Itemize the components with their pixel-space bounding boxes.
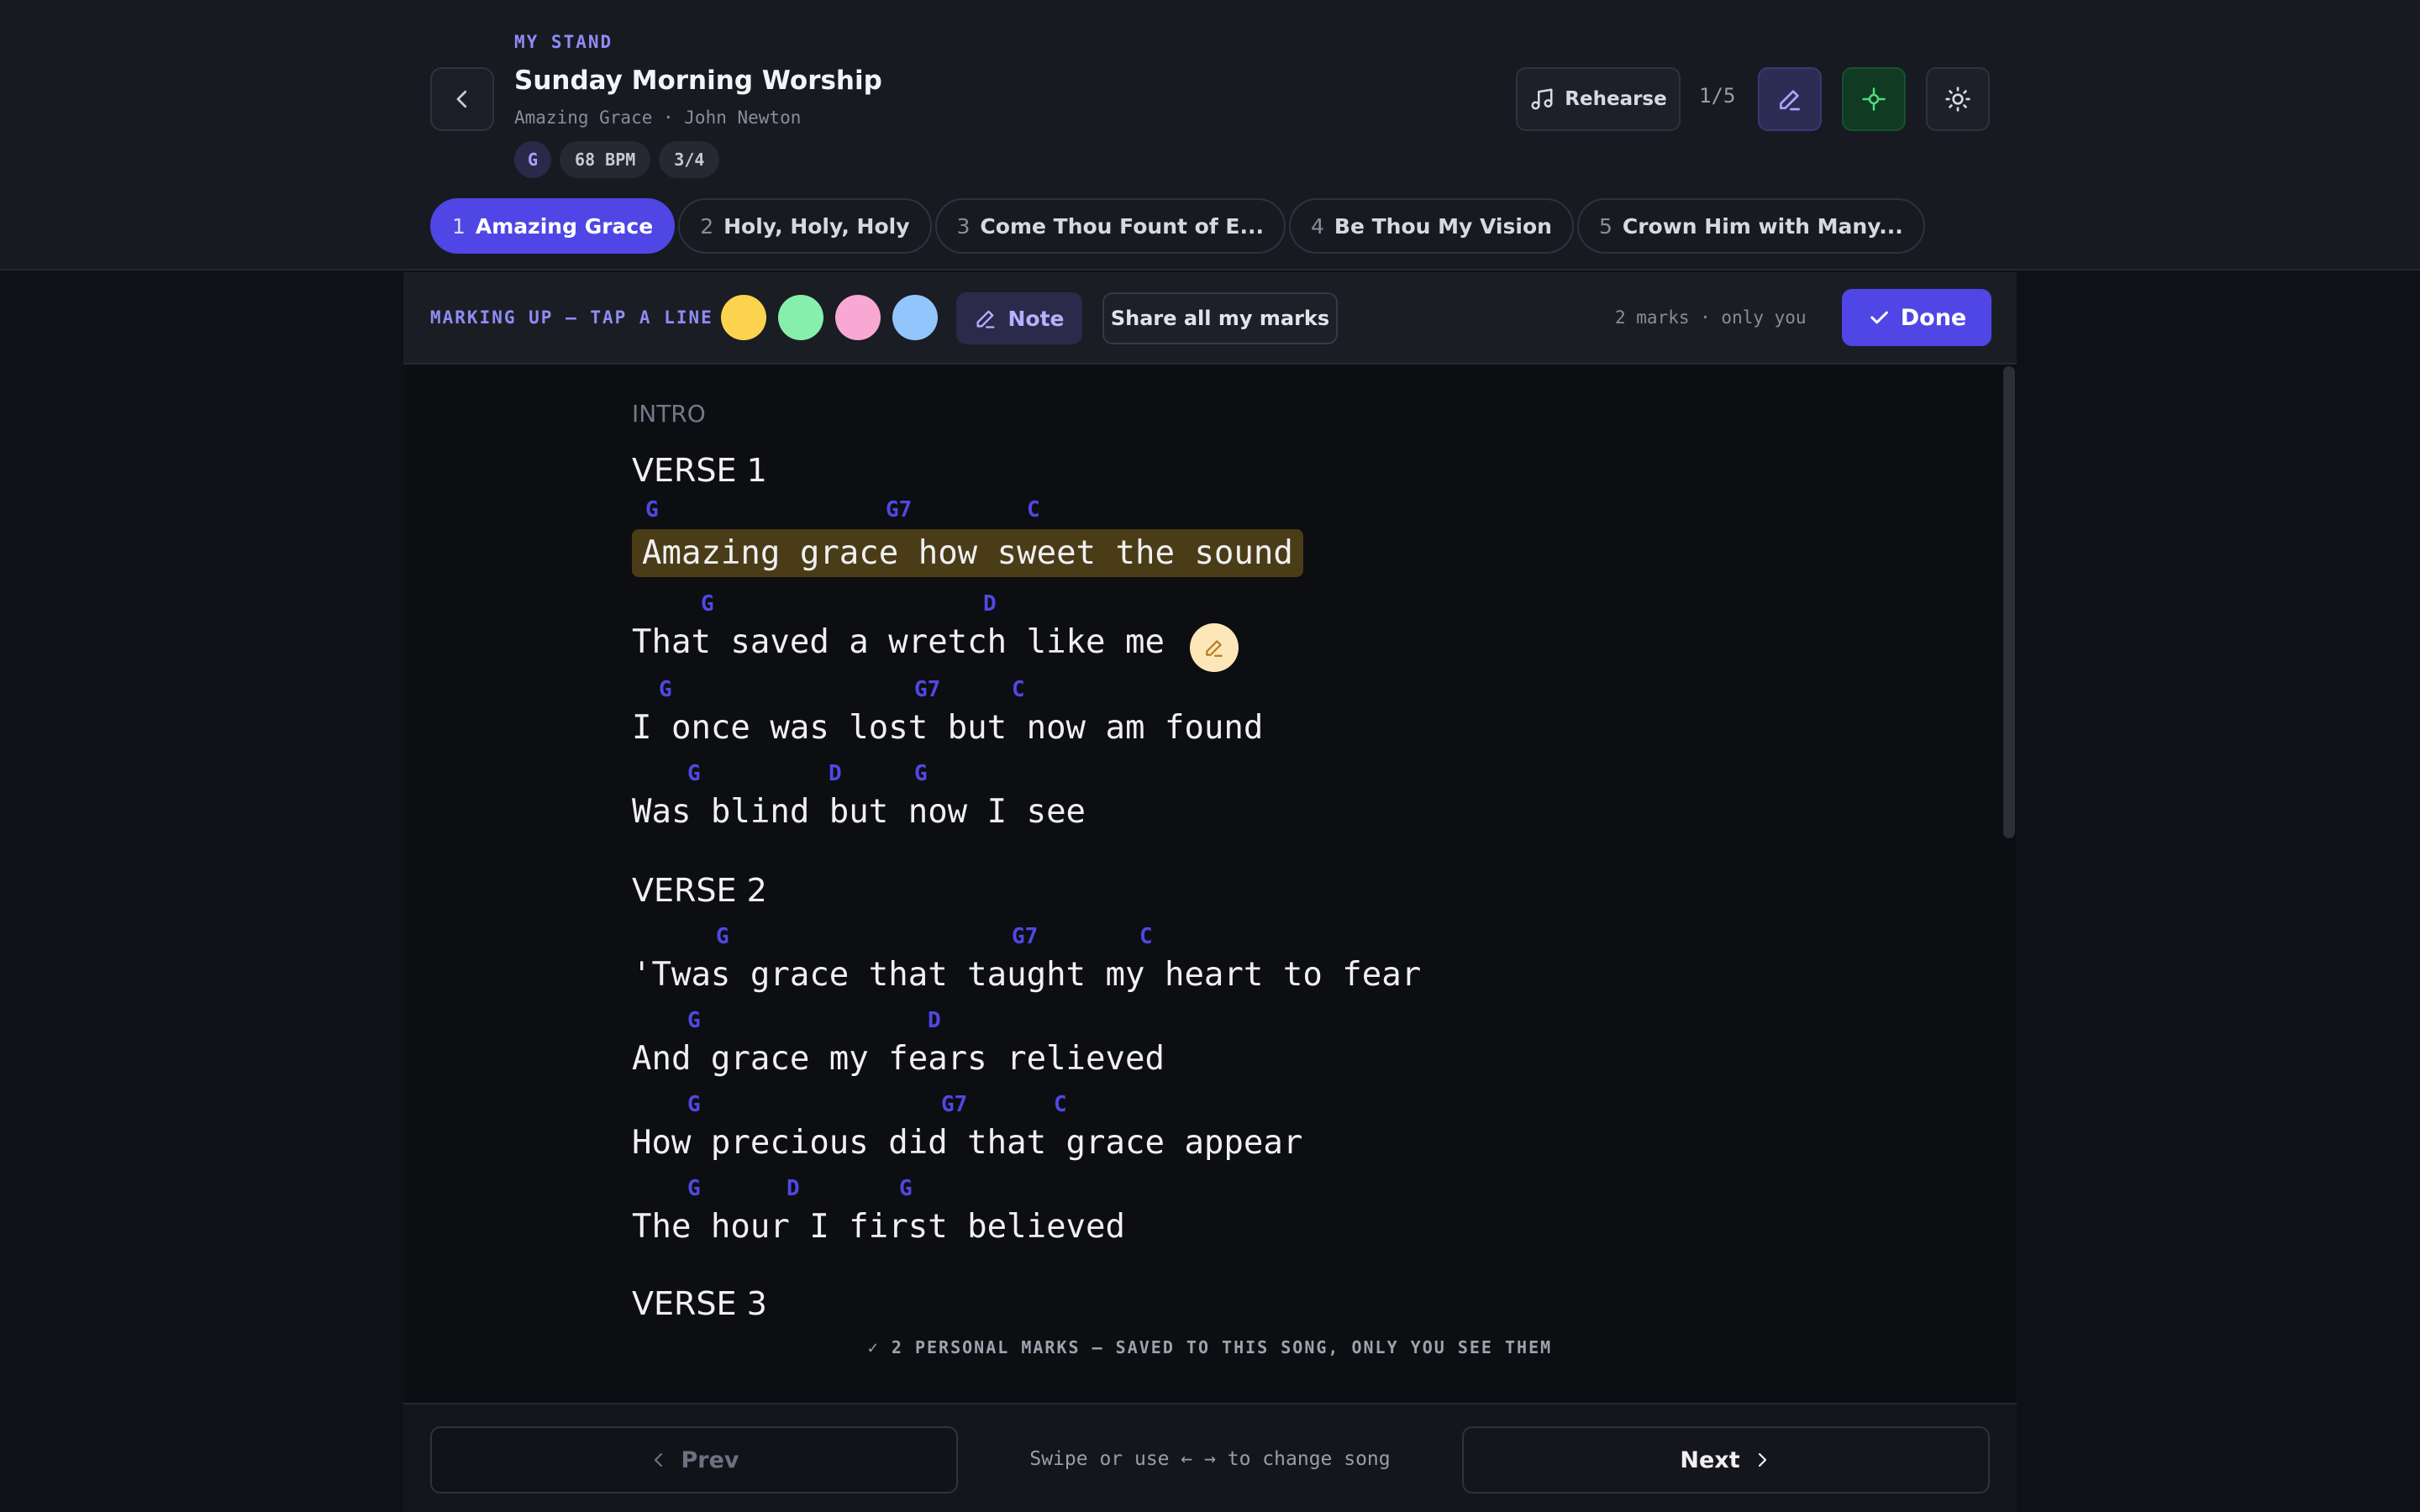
- sun-icon: [1945, 87, 1970, 112]
- chord: G: [701, 591, 714, 617]
- color-swatch-green[interactable]: [778, 295, 823, 340]
- song-sheet[interactable]: INTRO VERSE 1 G G7 C Amazing grace how s…: [403, 365, 2017, 1403]
- tab-label: Be Thou My Vision: [1334, 213, 1552, 239]
- markup-button[interactable]: [1758, 67, 1822, 131]
- key-chip: G: [514, 141, 552, 178]
- music-note-icon: [1531, 88, 1553, 110]
- tab-number: 4: [1311, 213, 1324, 239]
- personal-marks-note: ✓ 2 PERSONAL MARKS — SAVED TO THIS SONG,…: [867, 1337, 1553, 1357]
- bpm-chip: 68 BPM: [560, 141, 651, 178]
- chord: G: [899, 1176, 913, 1201]
- lyric-line[interactable]: And grace my fears relieved: [632, 1040, 1165, 1078]
- tab-label: Holy, Holy, Holy: [723, 213, 910, 239]
- focus-button[interactable]: [1842, 67, 1906, 131]
- chord: G: [687, 1008, 701, 1033]
- chord: D: [786, 1176, 800, 1201]
- done-button[interactable]: Done: [1842, 289, 1991, 346]
- chord: C: [1139, 924, 1153, 949]
- chord: G: [687, 761, 701, 786]
- color-swatch-pink[interactable]: [835, 295, 881, 340]
- markup-mode-label: MARKING UP — TAP A LINE: [430, 307, 713, 328]
- lyric-line-highlighted[interactable]: Amazing grace how sweet the sound: [632, 529, 1303, 577]
- song-meta: Amazing Grace · John Newton: [514, 108, 802, 128]
- tab-song-4[interactable]: 4 Be Thou My Vision: [1289, 198, 1574, 254]
- chord: G: [659, 677, 672, 702]
- lyric-line[interactable]: 'Twas grace that taught my heart to fear: [632, 956, 1421, 994]
- chord: G: [687, 1092, 701, 1117]
- crosshair-icon: [1862, 87, 1886, 111]
- section-heading-verse-2: VERSE 2: [632, 872, 767, 909]
- chord: G7: [914, 677, 941, 702]
- section-heading-verse-3: VERSE 3: [632, 1285, 767, 1322]
- song-position: 1/5: [1699, 84, 1736, 108]
- tab-song-2[interactable]: 2 Holy, Holy, Holy: [678, 198, 932, 254]
- note-label: Note: [1007, 306, 1065, 331]
- share-marks-button[interactable]: Share all my marks: [1102, 292, 1338, 344]
- tab-song-3[interactable]: 3 Come Thou Fount of E...: [934, 198, 1286, 254]
- pencil-icon: [1780, 90, 1800, 111]
- chord: G7: [941, 1092, 968, 1117]
- time-signature-chip: 3/4: [659, 141, 720, 178]
- bottom-nav: Prev Swipe or use ← → to change song Nex…: [403, 1403, 2017, 1512]
- color-swatch-blue[interactable]: [892, 295, 938, 340]
- scrollbar[interactable]: [2003, 366, 2015, 838]
- color-swatch-yellow[interactable]: [721, 295, 766, 340]
- check-icon: [1870, 311, 1888, 324]
- chord: G: [716, 924, 729, 949]
- chevron-right-icon: [1758, 1452, 1766, 1467]
- tab-number: 5: [1598, 213, 1612, 239]
- song-tabs: 1 Amazing Grace 2 Holy, Holy, Holy 3 Com…: [430, 198, 1925, 254]
- chord: G: [687, 1176, 701, 1201]
- chevron-left-icon: [456, 90, 467, 108]
- page-title: Sunday Morning Worship: [514, 66, 882, 96]
- chord: C: [1012, 677, 1025, 702]
- chord: D: [983, 591, 997, 617]
- theme-toggle-button[interactable]: [1926, 67, 1990, 131]
- back-button[interactable]: [430, 67, 494, 131]
- tab-number: 2: [700, 213, 714, 239]
- rehearse-label: Rehearse: [1565, 88, 1667, 110]
- chord: C: [1054, 1092, 1067, 1117]
- note-button[interactable]: Note: [956, 292, 1082, 344]
- next-button[interactable]: Next: [1462, 1426, 1990, 1494]
- chord: C: [1027, 497, 1040, 522]
- note-marker[interactable]: [1190, 623, 1239, 672]
- chord: G: [914, 761, 928, 786]
- header: MY STAND Sunday Morning Worship Amazing …: [0, 0, 2420, 270]
- pencil-icon: [1206, 640, 1223, 657]
- lyric-line[interactable]: I once was lost but now am found: [632, 709, 1263, 747]
- lyric-line[interactable]: That saved a wretch like me: [632, 623, 1165, 661]
- section-intro: INTRO: [632, 400, 706, 428]
- chord: D: [928, 1008, 941, 1033]
- tab-song-5[interactable]: 5 Crown Him with Many...: [1576, 198, 1925, 254]
- chord: G: [645, 497, 659, 522]
- chord: D: [829, 761, 842, 786]
- pencil-icon: [976, 310, 995, 328]
- tab-number: 3: [956, 213, 971, 239]
- lyric-line[interactable]: The hour I first believed: [632, 1208, 1125, 1246]
- section-heading-verse-1: VERSE 1: [632, 452, 767, 489]
- chord: G7: [1012, 924, 1039, 949]
- stand-eyebrow: MY STAND: [514, 32, 613, 52]
- song-chips: G 68 BPM 3/4: [514, 141, 720, 178]
- tab-label: Crown Him with Many...: [1622, 213, 1903, 239]
- next-label: Next: [1680, 1446, 1740, 1473]
- tab-song-1[interactable]: 1 Amazing Grace: [430, 198, 676, 254]
- tab-label: Amazing Grace: [475, 213, 654, 239]
- done-label: Done: [1900, 304, 1967, 331]
- tab-label: Come Thou Fount of E...: [980, 213, 1264, 239]
- rehearse-button[interactable]: Rehearse: [1516, 67, 1681, 131]
- lyric-line[interactable]: Was blind but now I see: [632, 793, 1086, 831]
- markup-toolbar: MARKING UP — TAP A LINE Note Share all m…: [403, 272, 2017, 365]
- tab-number: 1: [452, 213, 466, 239]
- marks-count: 2 marks · only you: [1615, 307, 1807, 328]
- chord: G7: [886, 497, 913, 522]
- lyric-line[interactable]: How precious did that grace appear: [632, 1124, 1302, 1162]
